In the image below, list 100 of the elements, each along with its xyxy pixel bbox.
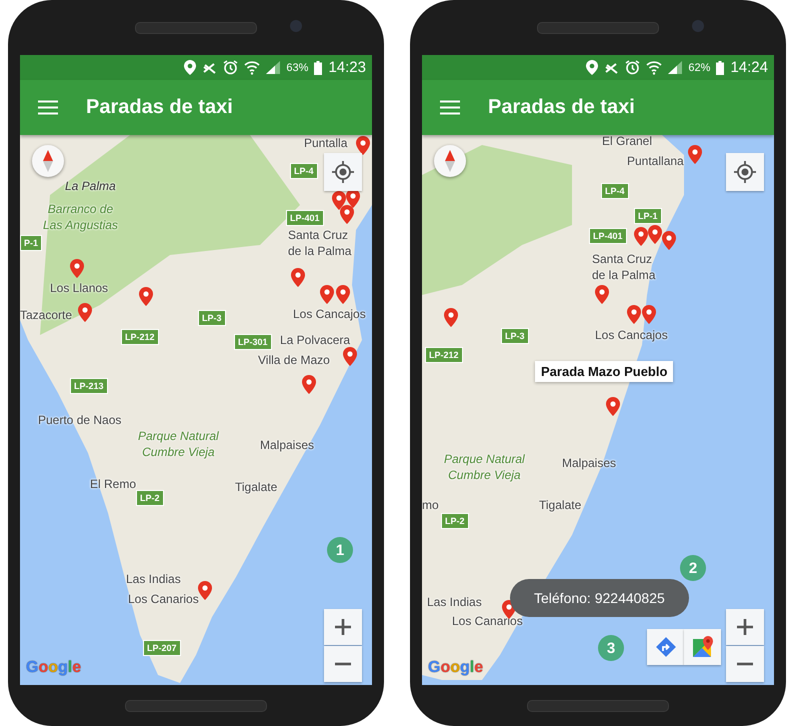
map-pin-icon[interactable]: [336, 285, 350, 304]
compass-needle-icon: [43, 150, 53, 172]
map-pin-icon[interactable]: [595, 285, 609, 304]
place-label: El Remo: [90, 476, 136, 492]
map-pin-app-icon: [692, 636, 714, 658]
plus-icon: [737, 619, 753, 635]
road-shield: LP-1: [634, 208, 662, 224]
marker-tooltip: Parada Mazo Pueblo: [535, 361, 674, 382]
map-pin-icon[interactable]: [70, 259, 84, 278]
road-shield: LP-212: [121, 329, 159, 345]
place-label: Tigalate: [539, 497, 582, 513]
wifi-icon: [646, 60, 662, 75]
minus-icon: [737, 662, 753, 666]
place-label: Santa Cruz de la Palma: [592, 251, 656, 283]
place-label: La Polvacera: [280, 332, 350, 348]
maps-app-button[interactable]: [684, 629, 721, 665]
zoom-out-button[interactable]: [324, 646, 362, 682]
clock: 14:23: [328, 59, 366, 76]
battery-icon: [314, 60, 322, 74]
road-shield: LP-301: [234, 334, 272, 350]
map-pin-icon[interactable]: [648, 225, 662, 244]
phone-number-toast: Teléfono: 922440825: [510, 579, 689, 617]
map-pin-icon[interactable]: [688, 145, 702, 164]
place-label: Los Cancajos: [293, 306, 366, 322]
zoom-in-button[interactable]: [726, 609, 764, 645]
place-label: Los Canarios: [128, 591, 199, 607]
map-pin-icon[interactable]: [343, 347, 357, 366]
step-number-badge: 2: [680, 555, 706, 581]
alarm-icon: [223, 60, 238, 75]
app-title: Paradas de taxi: [86, 96, 233, 119]
place-label: Puntallana: [627, 153, 684, 169]
signal-icon: [266, 61, 280, 74]
map-logo: Google: [428, 659, 484, 677]
map-pin-icon[interactable]: [78, 303, 92, 322]
place-label: Los Llanos: [50, 280, 108, 296]
map-logo: Google: [26, 659, 82, 677]
map-pin-icon[interactable]: [606, 397, 620, 416]
camera-lens: [692, 20, 704, 32]
place-label: Puerto de Naos: [38, 412, 122, 428]
road-shield: LP-213: [70, 378, 108, 394]
location-icon: [586, 60, 598, 75]
battery-percent: 63%: [286, 62, 308, 74]
road-shield: LP-2: [441, 513, 469, 529]
camera-lens: [290, 20, 302, 32]
map-pin-icon[interactable]: [444, 308, 458, 327]
place-label: Las Indias: [427, 594, 482, 610]
crosshair-icon: [734, 161, 756, 183]
map-pin-icon[interactable]: [320, 285, 334, 304]
step-number-badge: 1: [327, 537, 353, 563]
place-label: Tigalate: [235, 479, 278, 495]
map-pin-icon[interactable]: [627, 305, 641, 324]
battery-percent: 62%: [688, 62, 710, 74]
place-label: mo: [422, 497, 439, 513]
location-icon: [184, 60, 196, 75]
map-pin-icon[interactable]: [356, 136, 370, 155]
crosshair-icon: [332, 161, 354, 183]
map-pin-icon[interactable]: [662, 231, 676, 250]
menu-icon[interactable]: [440, 100, 460, 115]
menu-icon[interactable]: [38, 100, 58, 115]
compass-needle-icon: [445, 150, 455, 172]
my-location-button[interactable]: [324, 153, 362, 191]
road-shield: LP-3: [501, 328, 529, 344]
directions-button[interactable]: [647, 629, 684, 665]
region-label: La Palma: [65, 178, 116, 194]
road-shield: P-1: [20, 235, 42, 251]
place-label: Santa Cruz de la Palma: [288, 227, 352, 259]
map-pin-icon[interactable]: [332, 191, 346, 210]
road-shield: LP-2: [136, 490, 164, 506]
place-label: Malpaises: [260, 437, 314, 453]
minus-icon: [335, 662, 351, 666]
road-shield: LP-4: [290, 163, 318, 179]
map-pin-icon[interactable]: [139, 287, 153, 306]
map-pin-icon[interactable]: [642, 305, 656, 324]
wifi-icon: [244, 60, 260, 75]
map-pin-icon[interactable]: [340, 205, 354, 224]
park-label: Parque Natural Cumbre Vieja: [444, 451, 525, 483]
battery-icon: [716, 60, 724, 74]
map-pin-icon[interactable]: [198, 581, 212, 600]
road-shield: LP-3: [198, 310, 226, 326]
mute-icon: [202, 60, 218, 74]
place-label: Tazacorte: [20, 307, 72, 323]
place-label: El Granel: [602, 133, 652, 149]
signal-icon: [668, 61, 682, 74]
map-pin-icon[interactable]: [634, 227, 648, 246]
place-label: Los Cancajos: [595, 327, 668, 343]
map-pin-icon[interactable]: [302, 375, 316, 394]
step-number-badge: 3: [598, 635, 624, 661]
zoom-in-button[interactable]: [324, 609, 362, 645]
map-pin-icon[interactable]: [291, 268, 305, 287]
my-location-button[interactable]: [726, 153, 764, 191]
plus-icon: [335, 619, 351, 635]
place-label: Puntalla: [304, 135, 348, 151]
road-shield: LP-4: [601, 183, 629, 199]
zoom-out-button[interactable]: [726, 646, 764, 682]
mute-icon: [604, 60, 620, 74]
park-label: Parque Natural Cumbre Vieja: [138, 428, 219, 460]
park-label: Barranco de Las Angustias: [43, 201, 118, 233]
road-shield: LP-212: [425, 347, 463, 363]
place-label: Las Indias: [126, 571, 181, 587]
alarm-icon: [625, 60, 640, 75]
